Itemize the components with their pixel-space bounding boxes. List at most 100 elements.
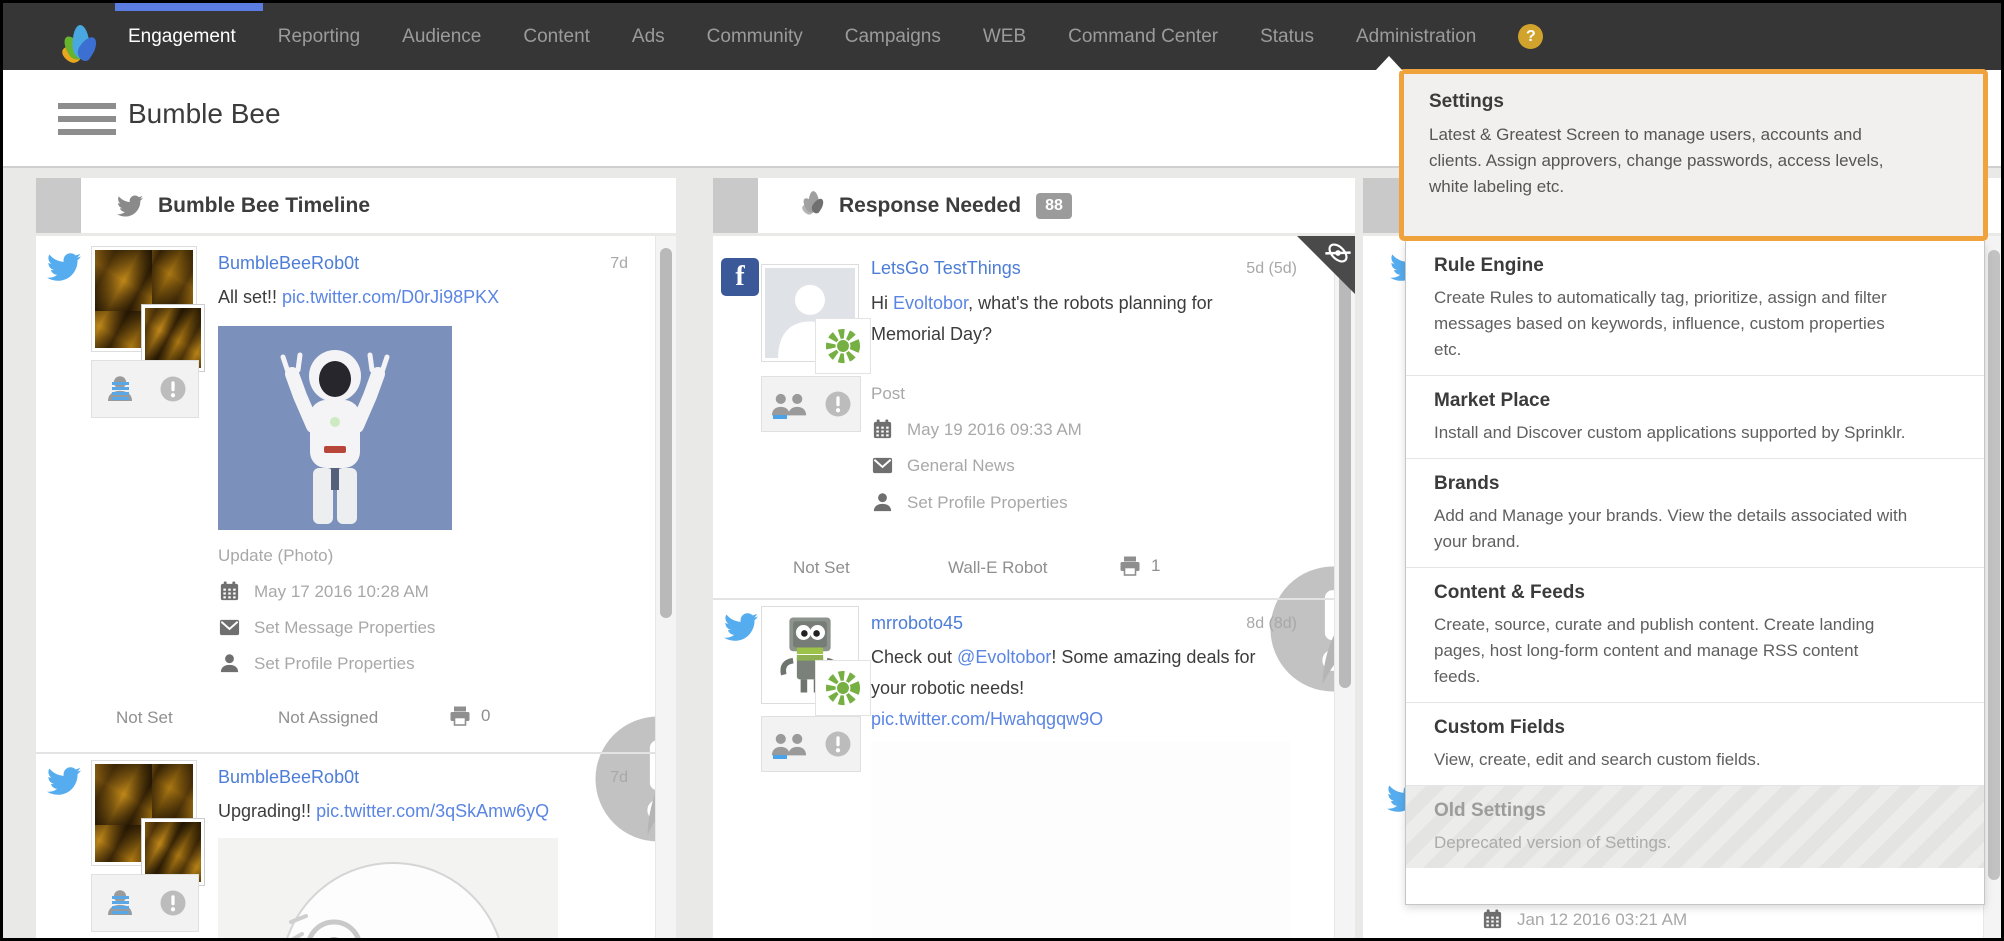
dropdown-item-title: Brands	[1434, 473, 1909, 495]
dropdown-item-title: Content & Feeds	[1434, 582, 1909, 604]
calendar-icon	[1481, 908, 1504, 931]
dropdown-item-custom-fields[interactable]: Custom Fields View, create, edit and sea…	[1406, 703, 1984, 786]
column-header-bar: Response Needed 88	[758, 178, 1355, 233]
influencer-icon[interactable]	[103, 887, 137, 919]
user-icon	[871, 491, 894, 514]
sprinklr-engagement-screen: Engagement Reporting Audience Content Ad…	[0, 0, 2004, 941]
count-badge: 88	[1036, 193, 1072, 219]
nav-items: Engagement Reporting Audience Content Ad…	[128, 3, 1543, 70]
column-drag-handle[interactable]	[36, 178, 81, 233]
dropdown-item-settings[interactable]: Settings Latest & Greatest Screen to man…	[1399, 69, 1988, 241]
post-author[interactable]: BumbleBeeRob0t	[218, 253, 359, 274]
audience-icon[interactable]	[770, 388, 808, 420]
post-assignee[interactable]: Wall-E Robot	[948, 558, 1048, 578]
post-status[interactable]: Not Set	[793, 558, 850, 578]
profile-properties-row[interactable]: Set Profile Properties	[871, 491, 1068, 514]
dropdown-item-market-place[interactable]: Market Place Install and Discover custom…	[1406, 376, 1984, 459]
scrollbar-thumb[interactable]	[1339, 248, 1351, 688]
nav-web[interactable]: WEB	[983, 26, 1026, 48]
automation-gear-badge	[815, 318, 871, 374]
audience-icon[interactable]	[770, 728, 808, 760]
post-assignee[interactable]: Not Assigned	[278, 708, 378, 728]
post-image-robot-pattern[interactable]	[871, 742, 1291, 938]
post-author[interactable]: mrroboto45	[871, 613, 963, 634]
nav-audience[interactable]: Audience	[402, 26, 481, 48]
nav-status[interactable]: Status	[1260, 26, 1314, 48]
nav-content[interactable]: Content	[523, 26, 590, 48]
message-properties-row[interactable]: General News	[871, 454, 1015, 477]
column-title: Response Needed	[839, 194, 1021, 218]
post-link[interactable]: pic.twitter.com/Hwahqgqw9O	[871, 704, 1103, 735]
column-scrollbar[interactable]	[1983, 236, 2004, 938]
sprinklr-icon	[794, 197, 813, 214]
administration-dropdown: Rule Engine Create Rules to automaticall…	[1405, 241, 1985, 905]
eye-off-icon	[1320, 236, 1355, 271]
nav-ads[interactable]: Ads	[632, 26, 665, 48]
hidden-message-ribbon[interactable]	[1297, 236, 1355, 294]
column-scrollbar[interactable]	[655, 236, 676, 938]
column-drag-handle[interactable]	[713, 178, 758, 233]
post-date-row: May 17 2016 10:28 AM	[218, 580, 429, 603]
scrollbar-thumb[interactable]	[1988, 250, 2000, 880]
alert-icon[interactable]	[158, 888, 188, 918]
column-title: Bumble Bee Timeline	[158, 194, 370, 218]
nav-administration[interactable]: Administration	[1356, 26, 1476, 48]
dropdown-item-title: Custom Fields	[1434, 717, 1909, 739]
post-image-robot-head[interactable]	[218, 838, 558, 938]
avatar[interactable]	[91, 760, 197, 866]
mention-link[interactable]: @Evoltobor	[957, 647, 1051, 667]
post-text: Check out @Evoltobor! Some amazing deals…	[871, 642, 1271, 704]
avatar[interactable]	[91, 246, 197, 352]
scrollbar-thumb[interactable]	[660, 248, 672, 618]
column-scrollbar[interactable]	[1334, 236, 1355, 938]
alert-icon[interactable]	[823, 729, 853, 759]
nav-engagement[interactable]: Engagement	[128, 26, 236, 48]
message-properties-row[interactable]: Set Message Properties	[218, 616, 435, 639]
post-image-asimo-robot[interactable]	[218, 326, 452, 530]
mention-link[interactable]: Evoltobor	[893, 293, 968, 313]
nav-campaigns[interactable]: Campaigns	[845, 26, 941, 48]
twitter-icon	[44, 764, 84, 798]
post-author[interactable]: LetsGo TestThings	[871, 258, 1021, 279]
profile-action-box	[761, 376, 861, 432]
calendar-icon	[871, 418, 894, 441]
reply-count[interactable]: 1	[1118, 554, 1160, 578]
dropdown-item-brands[interactable]: Brands Add and Manage your brands. View …	[1406, 459, 1984, 568]
help-icon[interactable]: ?	[1518, 24, 1543, 49]
automation-gear-badge	[815, 660, 871, 716]
post-age: 8d (8d)	[1246, 615, 1297, 633]
post-type-label: Mention (Photo)	[871, 936, 992, 938]
column-header-timeline[interactable]: Bumble Bee Timeline	[36, 178, 676, 233]
twitter-icon	[721, 610, 761, 644]
alert-icon[interactable]	[158, 374, 188, 404]
printer-icon	[448, 704, 472, 728]
nav-reporting[interactable]: Reporting	[278, 26, 360, 48]
dropdown-item-content-feeds[interactable]: Content & Feeds Create, source, curate a…	[1406, 568, 1984, 703]
profile-properties-row[interactable]: Set Profile Properties	[218, 652, 415, 675]
column-header-response-needed[interactable]: Response Needed 88	[713, 178, 1355, 233]
post-author[interactable]: BumbleBeeRob0t	[218, 767, 359, 788]
envelope-icon	[871, 454, 894, 477]
column-response-needed-panel: f LetsGo TestThings 5d (5d) Hi Evoltobor…	[713, 236, 1355, 938]
nav-command-center[interactable]: Command Center	[1068, 26, 1218, 48]
dropdown-item-title: Market Place	[1434, 390, 1909, 412]
post-text: All set!! pic.twitter.com/D0rJi98PKX	[218, 282, 658, 313]
dropdown-item-old-settings[interactable]: Old Settings Deprecated version of Setti…	[1406, 786, 1984, 868]
post-divider	[36, 752, 676, 754]
dropdown-item-desc: Install and Discover custom applications…	[1434, 420, 1909, 446]
post-link[interactable]: pic.twitter.com/3qSkAmw6yQ	[316, 801, 549, 821]
dropdown-item-rule-engine[interactable]: Rule Engine Create Rules to automaticall…	[1406, 241, 1984, 376]
menu-icon[interactable]	[58, 103, 116, 142]
post-age: 7d	[610, 255, 628, 273]
post-link[interactable]: pic.twitter.com/D0rJi98PKX	[282, 287, 499, 307]
dropdown-item-desc: View, create, edit and search custom fie…	[1434, 747, 1909, 773]
sprinklr-logo-icon[interactable]	[49, 11, 109, 63]
nav-community[interactable]: Community	[707, 26, 803, 48]
reply-count[interactable]: 0	[448, 704, 490, 728]
post-status[interactable]: Not Set	[116, 708, 173, 728]
post-text: Upgrading!! pic.twitter.com/3qSkAmw6yQ	[218, 796, 658, 827]
alert-icon[interactable]	[823, 389, 853, 419]
facebook-icon: f	[721, 258, 759, 296]
post-text: Hi Evoltobor, what's the robots planning…	[871, 288, 1291, 350]
influencer-icon[interactable]	[103, 373, 137, 405]
